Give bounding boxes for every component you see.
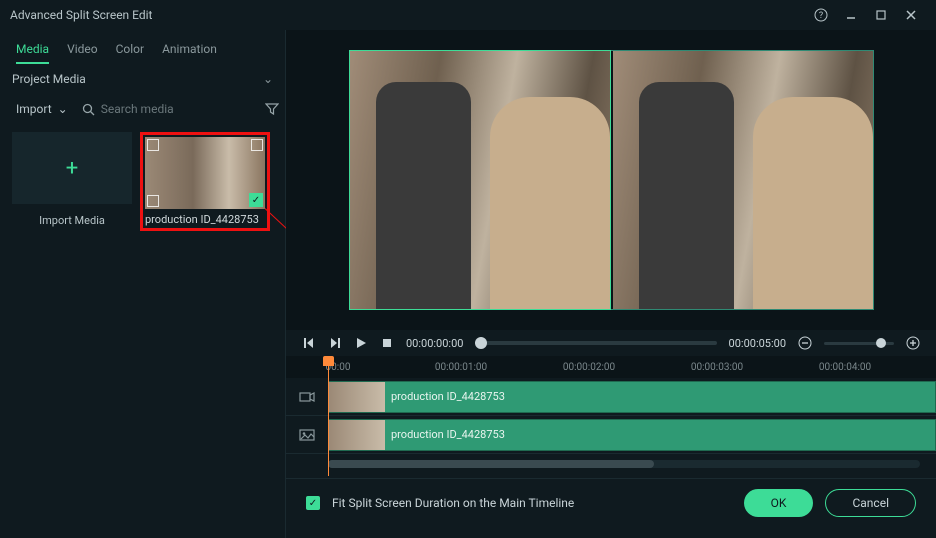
chevron-down-icon: ⌄ xyxy=(263,72,273,86)
split-preview[interactable] xyxy=(349,50,874,310)
prev-frame-icon[interactable] xyxy=(302,337,316,349)
track-1: production ID_4428753 xyxy=(286,378,936,416)
fit-duration-label: Fit Split Screen Duration on the Main Ti… xyxy=(332,496,732,510)
window-title: Advanced Split Screen Edit xyxy=(10,8,806,22)
track-video-icon[interactable] xyxy=(286,389,328,405)
ruler-mark: 00:00:01:00 xyxy=(435,362,487,373)
play-icon[interactable] xyxy=(354,337,368,349)
ok-button[interactable]: OK xyxy=(744,489,814,517)
playhead[interactable] xyxy=(328,356,329,476)
ruler-mark: 00:00:04:00 xyxy=(819,362,871,373)
zoom-out-icon[interactable] xyxy=(798,336,812,350)
current-time: 00:00:00:00 xyxy=(406,337,463,350)
svg-text:?: ? xyxy=(819,11,823,21)
tab-media[interactable]: Media xyxy=(16,38,49,64)
fit-duration-checkbox[interactable]: ✓ xyxy=(306,496,320,510)
clip-thumbnail xyxy=(329,419,385,451)
project-media-row[interactable]: Project Media ⌄ xyxy=(0,64,285,94)
maximize-icon[interactable] xyxy=(866,7,896,23)
next-frame-icon[interactable] xyxy=(328,337,342,349)
media-item-name: production ID_4428753 xyxy=(145,213,265,226)
horizontal-scrollbar[interactable] xyxy=(286,460,936,472)
zoom-slider[interactable] xyxy=(824,342,894,345)
titlebar: Advanced Split Screen Edit ? xyxy=(0,0,936,30)
split-pane-left[interactable] xyxy=(350,51,610,309)
chevron-down-icon: ⌄ xyxy=(58,102,68,116)
plus-icon: + xyxy=(66,156,78,181)
track-image-icon[interactable] xyxy=(286,427,328,443)
tab-color[interactable]: Color xyxy=(116,38,144,64)
import-media-tile[interactable]: + xyxy=(12,132,132,204)
cancel-button[interactable]: Cancel xyxy=(825,489,916,517)
clip-name: production ID_4428753 xyxy=(391,390,505,403)
playback-bar: 00:00:00:00 00:00:05:00 xyxy=(286,330,936,356)
clip-thumbnail xyxy=(329,381,385,413)
seek-bar[interactable] xyxy=(475,341,716,345)
import-button[interactable]: Import ⌄ xyxy=(10,98,74,120)
left-panel: Media Video Color Animation Project Medi… xyxy=(0,30,286,538)
minimize-icon[interactable] xyxy=(836,7,866,23)
timeline-clip[interactable]: production ID_4428753 xyxy=(328,381,936,413)
media-thumbnail[interactable] xyxy=(145,137,265,209)
search-icon[interactable] xyxy=(82,103,95,116)
track-2: production ID_4428753 xyxy=(286,416,936,454)
media-item[interactable]: production ID_4428753 xyxy=(140,132,270,231)
tab-animation[interactable]: Animation xyxy=(162,38,217,64)
search-input[interactable] xyxy=(101,102,257,116)
tab-video[interactable]: Video xyxy=(67,38,98,64)
ruler-mark: 00:00:02:00 xyxy=(563,362,615,373)
split-pane-right[interactable] xyxy=(613,51,873,309)
project-media-label: Project Media xyxy=(12,72,86,86)
clip-name: production ID_4428753 xyxy=(391,428,505,441)
preview-area xyxy=(286,30,936,330)
footer: ✓ Fit Split Screen Duration on the Main … xyxy=(286,478,936,527)
total-time: 00:00:05:00 xyxy=(729,337,786,350)
import-media-label: Import Media xyxy=(12,214,132,227)
help-icon[interactable]: ? xyxy=(806,7,836,23)
ruler-mark: 00:00:03:00 xyxy=(691,362,743,373)
import-label: Import xyxy=(16,102,52,116)
timeline-clip[interactable]: production ID_4428753 xyxy=(328,419,936,451)
stop-icon[interactable] xyxy=(380,337,394,349)
zoom-in-icon[interactable] xyxy=(906,336,920,350)
timeline-ruler[interactable]: 00:00 00:00:01:00 00:00:02:00 00:00:03:0… xyxy=(286,356,936,378)
filter-icon[interactable] xyxy=(265,102,279,116)
close-icon[interactable] xyxy=(896,7,926,23)
